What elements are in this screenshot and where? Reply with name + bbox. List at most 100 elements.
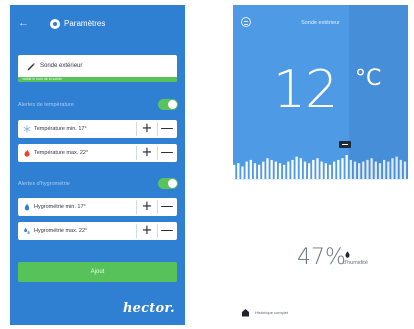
- back-arrow-icon[interactable]: ←: [18, 17, 32, 29]
- history-bar: [312, 159, 315, 179]
- history-bar: [270, 159, 273, 179]
- temperature-max-minus-button[interactable]: —: [159, 145, 175, 161]
- humidity-max-minus-button[interactable]: —: [159, 223, 175, 239]
- history-bar: [403, 161, 407, 179]
- divider: [136, 200, 137, 214]
- history-bar: [262, 161, 265, 179]
- divider: [233, 179, 408, 180]
- history-bar: [391, 158, 394, 179]
- save-button[interactable]: Ajout: [18, 262, 177, 282]
- history-bar: [258, 164, 261, 179]
- sensor-name-value: Sonde extérieur: [40, 63, 83, 69]
- temperature-panel: Sonde extérieur 12 °C: [233, 5, 408, 179]
- humidity-max-plus-button[interactable]: +: [139, 223, 155, 239]
- flame-icon: [24, 149, 30, 157]
- sensor-name-hint: Validé le nom de la sonde: [22, 77, 63, 81]
- history-bar: [341, 158, 344, 179]
- settings-header: ← Paramètres: [10, 5, 185, 43]
- sensor-detail-screen: Sonde extérieur 12 °C 47% d'humidité His…: [233, 5, 408, 325]
- history-bar: [241, 166, 244, 179]
- history-bar: [308, 163, 311, 179]
- history-bar: [295, 156, 298, 179]
- history-bar: [278, 163, 282, 179]
- history-bar: [353, 161, 357, 179]
- settings-screen: ← Paramètres Sonde extérieur Validé le n…: [10, 5, 185, 325]
- history-bar: [399, 159, 402, 179]
- history-bar: [349, 159, 352, 179]
- history-bar: [358, 163, 361, 179]
- settings-title-group: Paramètres: [50, 19, 160, 31]
- temperature-unit: °C: [355, 66, 382, 91]
- humidity-min-row: Hygrométrie min. 17° + —: [18, 198, 177, 216]
- divider: [136, 146, 137, 160]
- divider: [136, 122, 137, 136]
- history-bar: [245, 161, 248, 179]
- temperature-min-label: Température min. 17°: [34, 126, 87, 132]
- history-bar: [395, 156, 398, 179]
- history-bar: [283, 164, 286, 179]
- brand-logo: hector.: [123, 301, 175, 316]
- history-bar: [299, 158, 302, 179]
- history-bar: [237, 163, 240, 179]
- humidity-value: 47%: [297, 245, 346, 270]
- history-bar: [337, 159, 340, 179]
- history-bar: [274, 161, 277, 179]
- temperature-alerts-label: Alertes de température: [18, 102, 74, 108]
- history-bar: [287, 161, 290, 179]
- humidity-max-row: Hygrométrie max. 22° + —: [18, 222, 177, 240]
- history-bar: [320, 161, 323, 179]
- humidity-alerts-label: Alertes d'hygrométrie: [18, 181, 70, 187]
- temperature-max-row: Température max. 22° + —: [18, 144, 177, 162]
- divider: [157, 200, 158, 214]
- history-bar: [345, 155, 348, 179]
- divider: [157, 224, 158, 238]
- pencil-icon: [27, 63, 35, 71]
- humidity-label: d'humidité: [343, 260, 368, 266]
- history-bar: [303, 161, 307, 179]
- gear-icon: [50, 19, 60, 29]
- humidity-max-label: Hygrométrie max. 22°: [34, 228, 88, 234]
- divider: [136, 224, 137, 238]
- history-bar: [249, 159, 252, 179]
- snowflake-icon: [23, 125, 31, 133]
- history-bar: [253, 163, 257, 179]
- droplets-icon: [24, 227, 30, 235]
- temperature-alerts-toggle[interactable]: [158, 99, 178, 110]
- divider: [157, 122, 158, 136]
- history-link[interactable]: Historique complet: [255, 310, 288, 316]
- history-bar: [233, 164, 236, 179]
- history-bar: [378, 163, 382, 179]
- temperature-min-row: Température min. 17° + —: [18, 120, 177, 138]
- history-bar: [291, 159, 294, 179]
- history-bar: [370, 158, 373, 179]
- history-bar: [383, 159, 386, 179]
- humidity-alerts-toggle[interactable]: [158, 178, 178, 189]
- humidity-min-plus-button[interactable]: +: [139, 199, 155, 215]
- humidity-min-label: Hygrométrie min. 17°: [34, 204, 86, 210]
- history-bar: [366, 159, 369, 179]
- home-icon[interactable]: [241, 308, 250, 317]
- current-time-marker[interactable]: [339, 141, 351, 148]
- history-bar: [328, 164, 332, 179]
- temperature-min-minus-button[interactable]: —: [159, 121, 175, 137]
- history-bar: [266, 158, 269, 179]
- temperature-value: 12: [273, 60, 338, 120]
- sensor-title: Sonde extérieur: [301, 20, 340, 26]
- temperature-max-plus-button[interactable]: +: [139, 145, 155, 161]
- history-bar: [316, 158, 319, 179]
- history-bar: [387, 161, 390, 179]
- history-bar: [374, 161, 377, 179]
- sensor-name-hint-bar: Validé le nom de la sonde: [18, 77, 177, 82]
- droplet-icon: [345, 251, 350, 258]
- humidity-min-minus-button[interactable]: —: [159, 199, 175, 215]
- temperature-history-chart[interactable]: [233, 153, 408, 179]
- history-bar: [333, 161, 336, 179]
- temperature-min-plus-button[interactable]: +: [139, 121, 155, 137]
- temperature-max-label: Température max. 22°: [34, 150, 89, 156]
- sensor-name-field[interactable]: Sonde extérieur Validé le nom de la sond…: [18, 55, 177, 82]
- history-bar: [324, 163, 327, 179]
- divider: [157, 146, 158, 160]
- humidity-readout: 47% d'humidité: [297, 245, 407, 273]
- history-bar: [362, 161, 365, 179]
- page-title: Paramètres: [64, 19, 106, 28]
